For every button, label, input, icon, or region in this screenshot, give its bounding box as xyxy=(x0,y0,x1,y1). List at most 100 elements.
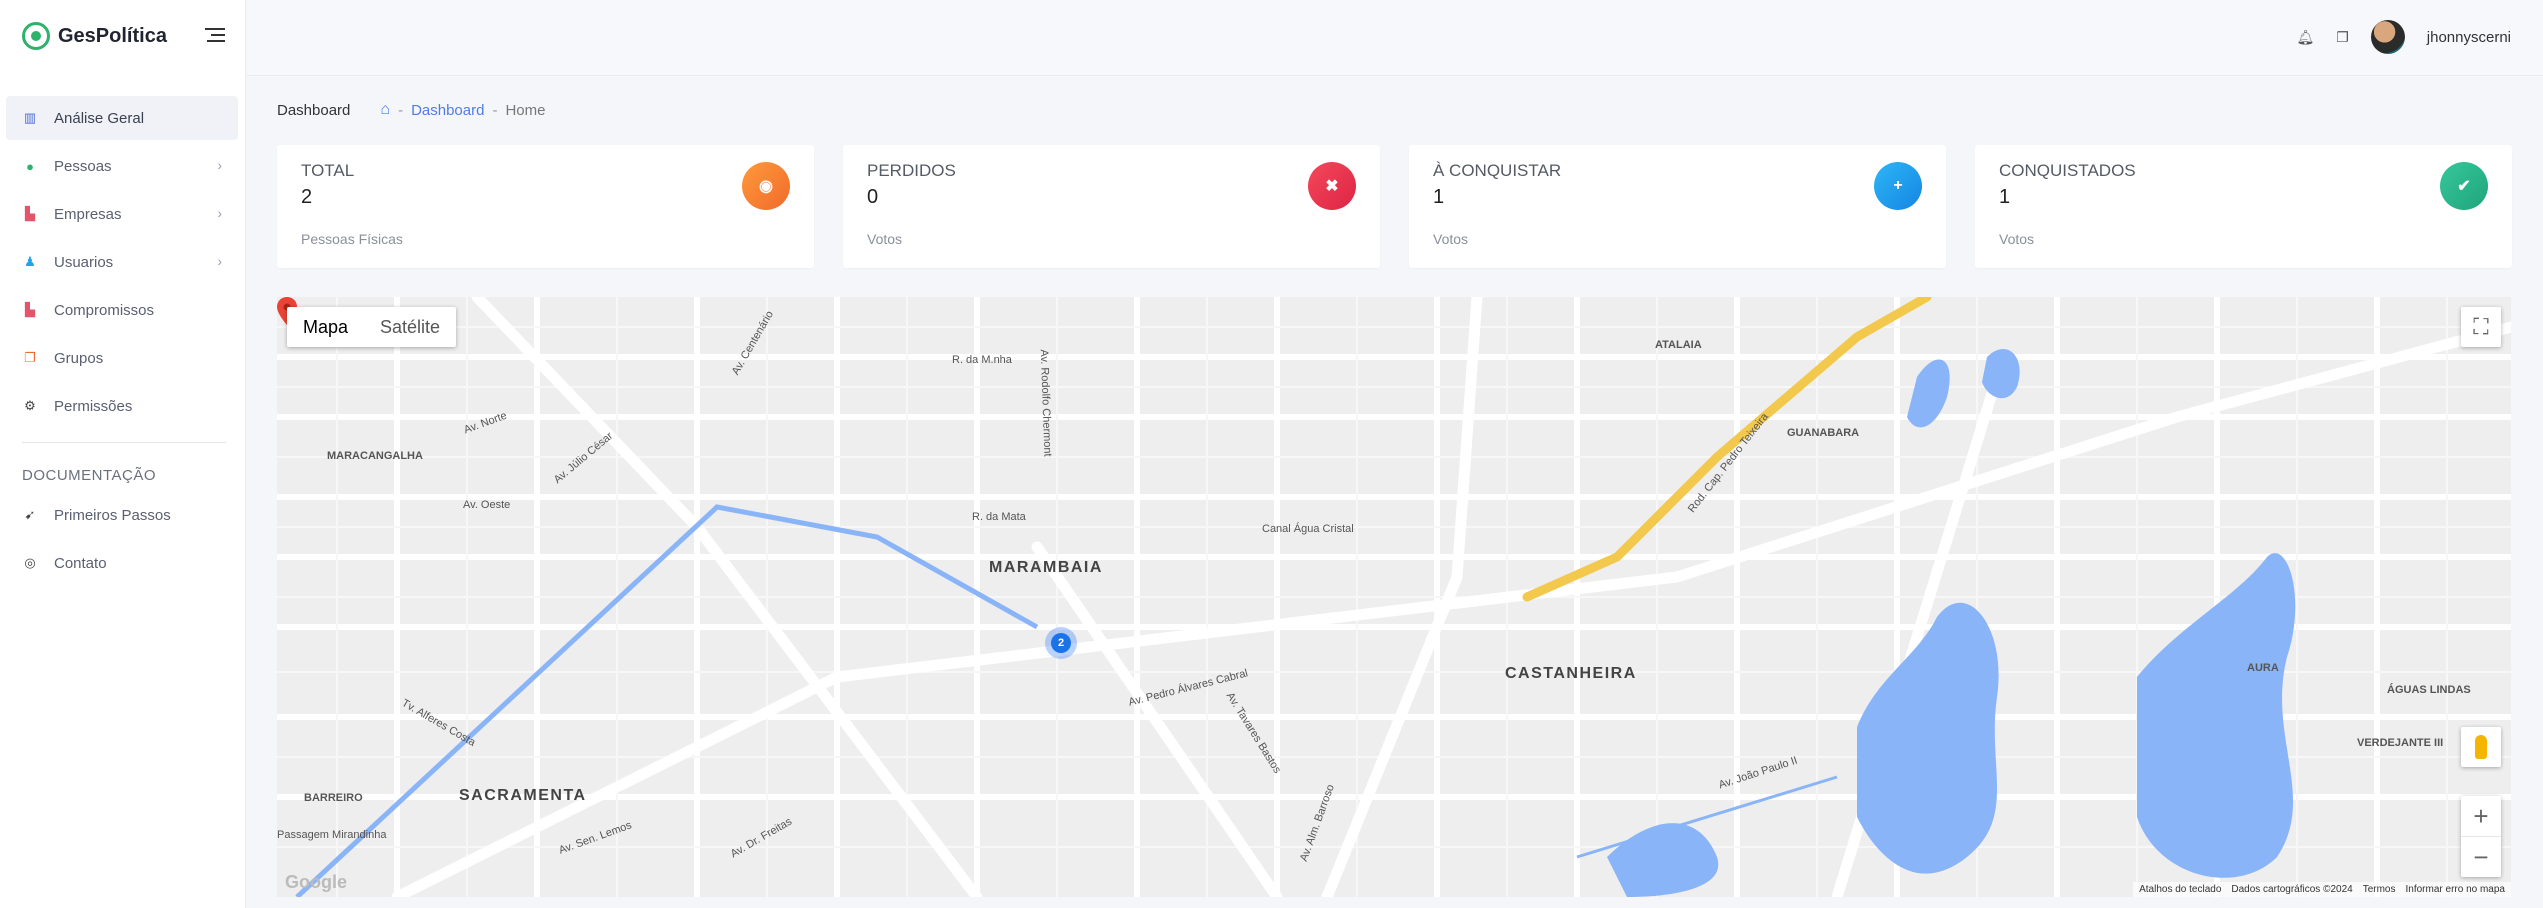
keyboard-shortcuts-link[interactable]: Atalhos do teclado xyxy=(2139,884,2221,895)
top-actions: 🔔︎ ❐ jhonnyscerni xyxy=(2296,20,2511,54)
map-data-credit: Dados cartográficos ©2024 xyxy=(2231,884,2353,895)
chevron-right-icon: › xyxy=(217,205,222,221)
map-base xyxy=(277,297,2511,897)
pegman-icon[interactable] xyxy=(2461,727,2501,767)
factory-icon: ▙ xyxy=(25,206,35,221)
map-label-aura: AURA xyxy=(2247,662,2279,674)
brand[interactable]: GesPolítica xyxy=(22,22,167,50)
sidebar-item-label: Pessoas xyxy=(54,157,112,175)
sidebar-nav: ▥ Análise Geral ● Pessoas › ▙ Empresas ›… xyxy=(6,96,238,589)
page-title: Dashboard xyxy=(277,101,351,119)
sidebar-item-label: Primeiros Passos xyxy=(54,506,171,524)
user-icon: ♟ xyxy=(24,254,36,269)
calendar-icon: ▙ xyxy=(25,302,35,317)
breadcrumb-link-dashboard[interactable]: Dashboard xyxy=(411,102,484,119)
cluster-count: 2 xyxy=(1051,633,1071,653)
map-label-verdejante: VERDEJANTE III xyxy=(2357,737,2444,749)
sidebar-item-label: Permissões xyxy=(54,397,133,415)
card-value: 2 xyxy=(301,186,313,208)
sidebar-item-label: Usuarios xyxy=(54,253,114,271)
sidebar-item-grupos[interactable]: ❐ Grupos xyxy=(6,336,238,380)
card-caption: Votos xyxy=(1433,231,1469,247)
sidebar-item-label: Análise Geral xyxy=(54,109,145,127)
map-type-map-button[interactable]: Mapa xyxy=(287,307,364,347)
sidebar-item-pessoas[interactable]: ● Pessoas › xyxy=(6,144,238,188)
sidebar-item-permissoes[interactable]: ⚙ Permissões xyxy=(6,384,238,428)
gear-icon: ⚙ xyxy=(24,398,36,413)
card-caption: Pessoas Físicas xyxy=(301,231,403,247)
map-label-r-da-mnha: R. da M.nha xyxy=(952,354,1012,366)
map-label-aguas-lindas: ÁGUAS LINDAS xyxy=(2387,684,2471,696)
home-icon[interactable]: ⌂ xyxy=(380,101,390,119)
breadcrumb: Dashboard ⌂ - Dashboard - Home xyxy=(277,101,545,119)
map-type-toggle: Mapa Satélite xyxy=(287,307,457,347)
zoom-out-button[interactable]: − xyxy=(2461,837,2501,877)
map[interactable]: MARAMBAIA CASTANHEIRA SACRAMENTA GUANABA… xyxy=(277,297,2511,897)
stat-card-a-conquistar: À CONQUISTAR 1 Votos + xyxy=(1409,145,1946,268)
logo-icon xyxy=(22,22,50,50)
check-icon: ✔ xyxy=(2440,162,2488,210)
chevron-right-icon: › xyxy=(217,253,222,269)
bell-icon[interactable]: 🔔︎ xyxy=(2296,29,2314,46)
map-label-maracangalha: MARACANGALHA xyxy=(327,450,423,462)
topbar: 🔔︎ ❐ jhonnyscerni xyxy=(247,0,2543,76)
chevron-right-icon: › xyxy=(217,157,222,173)
map-footer: Atalhos do teclado Dados cartográficos ©… xyxy=(2133,882,2511,897)
brand-name: GesPolítica xyxy=(58,24,167,47)
sidebar-divider xyxy=(22,442,226,443)
google-logo: Google xyxy=(285,872,347,892)
stat-card-perdidos: PERDIDOS 0 Votos ✖ xyxy=(843,145,1380,268)
report-error-link[interactable]: Informar erro no mapa xyxy=(2406,884,2506,895)
card-title: PERDIDOS xyxy=(867,161,956,180)
sidebar-item-label: Empresas xyxy=(54,205,122,223)
sidebar-section-title: DOCUMENTAÇÃO xyxy=(22,466,157,484)
sidebar-item-primeiros-passos[interactable]: ➹ Primeiros Passos xyxy=(6,493,238,537)
menu-toggle-icon[interactable] xyxy=(205,28,225,44)
sidebar-item-usuarios[interactable]: ♟ Usuarios › xyxy=(6,240,238,284)
sidebar-item-analise-geral[interactable]: ▥ Análise Geral xyxy=(6,96,238,140)
sidebar-item-label: Grupos xyxy=(54,349,104,367)
card-value: 0 xyxy=(867,186,879,208)
map-label-r-da-mata: R. da Mata xyxy=(972,511,1026,523)
card-title: CONQUISTADOS xyxy=(1999,161,2136,180)
close-icon: ✖ xyxy=(1308,162,1356,210)
sidebar-item-label: Compromissos xyxy=(54,301,155,319)
breadcrumb-separator: - xyxy=(492,101,498,119)
breadcrumb-separator: - xyxy=(398,101,404,119)
fullscreen-icon[interactable]: ⛶ xyxy=(2461,307,2501,347)
copy-icon: ❐ xyxy=(24,350,36,365)
marker-cluster[interactable]: 2 xyxy=(1045,627,1077,659)
map-label-canal-agua-cristal: Canal Água Cristal xyxy=(1262,523,1354,535)
map-label-marambaia: MARAMBAIA xyxy=(989,559,1103,576)
map-label-guanabara: GUANABARA xyxy=(1787,427,1860,439)
sidebar: GesPolítica ▥ Análise Geral ● Pessoas › … xyxy=(0,0,246,908)
card-title: TOTAL xyxy=(301,161,355,180)
zoom-controls: + − xyxy=(2461,796,2501,877)
card-caption: Votos xyxy=(1999,231,2035,247)
zoom-in-button[interactable]: + xyxy=(2461,796,2501,836)
map-label-barreiro: BARREIRO xyxy=(304,792,363,804)
building-icon: ▥ xyxy=(23,110,37,125)
person-icon: ● xyxy=(26,158,34,174)
map-type-satellite-button[interactable]: Satélite xyxy=(364,307,456,347)
map-label-sacramenta: SACRAMENTA xyxy=(459,787,587,804)
breadcrumb-current: Home xyxy=(505,101,546,119)
card-value: 1 xyxy=(1999,186,2011,208)
plus-icon: + xyxy=(1874,162,1922,210)
avatar[interactable] xyxy=(2370,20,2405,54)
map-label-atalaia: ATALAIA xyxy=(1655,339,1702,351)
sidebar-item-empresas[interactable]: ▙ Empresas › xyxy=(6,192,238,236)
stat-card-conquistados: CONQUISTADOS 1 Votos ✔ xyxy=(1975,145,2512,268)
sidebar-item-contato[interactable]: ◎ Contato xyxy=(6,541,238,585)
sidebar-item-compromissos[interactable]: ▙ Compromissos xyxy=(6,288,238,332)
terms-link[interactable]: Termos xyxy=(2363,884,2396,895)
sidebar-item-label: Contato xyxy=(54,554,107,572)
card-caption: Votos xyxy=(867,231,903,247)
user-circle-icon: ◉ xyxy=(742,162,790,210)
map-label-castanheira: CASTANHEIRA xyxy=(1505,665,1637,682)
chat-icon[interactable]: ❐ xyxy=(2336,29,2349,46)
map-label-av-oeste: Av. Oeste xyxy=(463,499,511,511)
card-title: À CONQUISTAR xyxy=(1433,161,1562,180)
rocket-icon: ➹ xyxy=(24,507,36,522)
username[interactable]: jhonnyscerni xyxy=(2427,29,2511,46)
